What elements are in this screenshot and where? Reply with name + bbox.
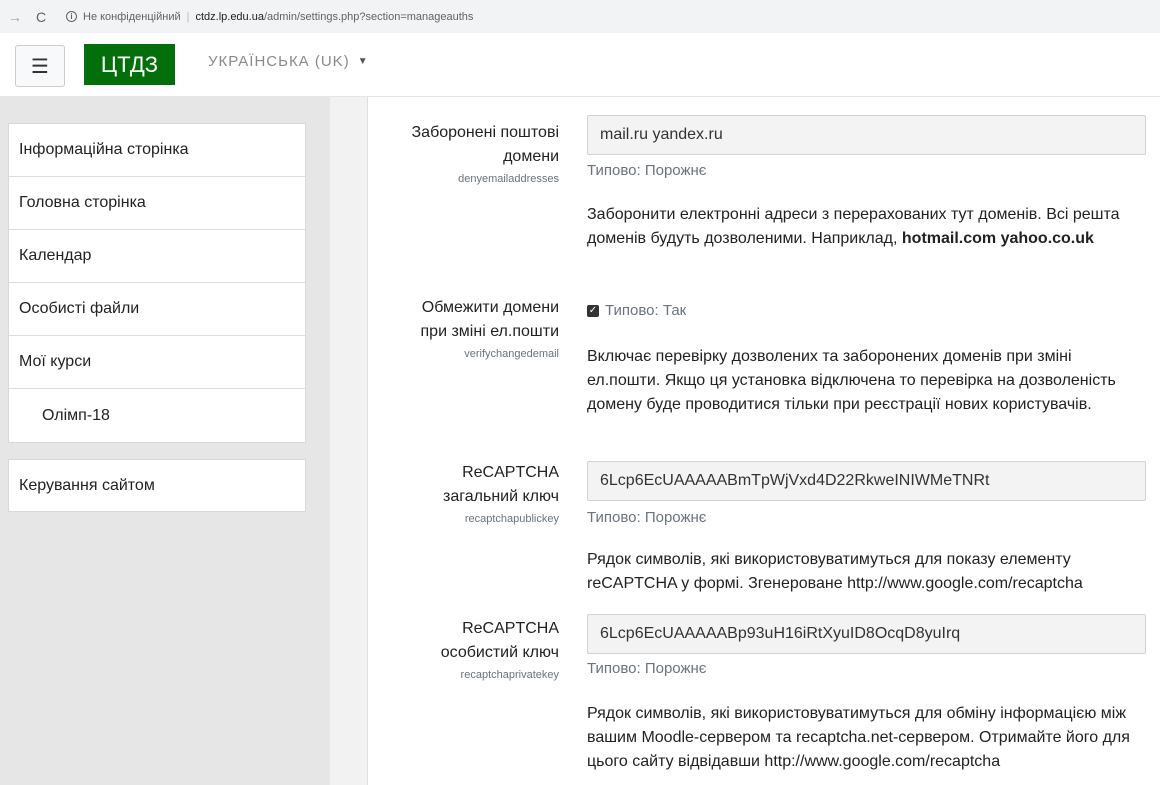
setting-key: denyemailaddresses bbox=[458, 173, 559, 185]
caret-down-icon: ▼ bbox=[357, 56, 369, 67]
settings-content: Заборонені поштові домени denyemailaddre… bbox=[369, 97, 1160, 785]
nav-item-home[interactable]: Головна сторінка bbox=[9, 177, 305, 230]
setting-key: recaptchaprivatekey bbox=[460, 669, 559, 681]
nav-item-private-files[interactable]: Особисті файли bbox=[9, 283, 305, 336]
drawer-toggle-button[interactable]: ☰ bbox=[15, 45, 65, 87]
setting-title-line: особистий ключ bbox=[440, 644, 559, 661]
security-status[interactable]: Не конфіденційний bbox=[83, 11, 181, 23]
language-menu[interactable]: УКРАЇНСЬКА (UK) ▼ bbox=[208, 53, 369, 70]
nav-drawer: Інформаційна сторінка Головна сторінка К… bbox=[0, 97, 330, 785]
url-host[interactable]: ctdz.lp.edu.ua bbox=[195, 11, 264, 23]
reload-icon[interactable]: C bbox=[34, 9, 48, 25]
info-icon[interactable]: i bbox=[66, 11, 77, 22]
nav-block-admin: Керування сайтом bbox=[8, 459, 306, 512]
setting-description: Заборонити електронні адреси з перерахов… bbox=[587, 203, 1147, 251]
setting-description: Рядок символів, які використовуватимутьс… bbox=[587, 551, 1083, 592]
setting-title-line: ReCAPTCHA bbox=[462, 620, 559, 637]
description-example: hotmail.com yahoo.co.uk bbox=[901, 230, 1094, 247]
setting-label-verify: Обмежити домени при зміні ел.пошти verif… bbox=[369, 296, 559, 362]
setting-title-line: при зміні ел.пошти bbox=[420, 323, 559, 340]
url-path[interactable]: /admin/settings.php?section=manageauths bbox=[264, 11, 473, 23]
setting-label-public: ReCAPTCHA загальний ключ recaptchapublic… bbox=[369, 461, 559, 527]
verify-change-email-checkbox[interactable]: ✓ bbox=[587, 304, 599, 317]
verify-checkbox-row: ✓ Типово: Так bbox=[587, 302, 686, 319]
nav-item-label: Керування сайтом bbox=[19, 476, 155, 494]
site-brand[interactable]: ЦТДЗ bbox=[84, 44, 175, 85]
setting-title-line: Заборонені поштові bbox=[411, 124, 560, 141]
address-separator: | bbox=[186, 10, 190, 23]
nav-item-course-olimp[interactable]: Олімп-18 bbox=[9, 389, 305, 442]
setting-key: recaptchapublickey bbox=[464, 513, 559, 525]
setting-key: verifychangedemail bbox=[464, 348, 559, 360]
nav-block-main: Інформаційна сторінка Головна сторінка К… bbox=[8, 123, 306, 443]
input-value: mail.ru yandex.ru bbox=[600, 126, 723, 143]
setting-label-private: ReCAPTCHA особистий ключ recaptchaprivat… bbox=[369, 617, 559, 683]
nav-item-label: Особисті файли bbox=[19, 300, 140, 317]
browser-address-bar: → C i Не конфіденційний | ctdz.lp.edu.ua… bbox=[0, 0, 1160, 33]
nav-item-calendar[interactable]: Календар bbox=[9, 230, 305, 283]
setting-description: Включає перевірку дозволених та забороне… bbox=[587, 348, 1116, 413]
setting-title-line: домени bbox=[503, 148, 559, 165]
default-value: Типово: Порожнє bbox=[587, 509, 707, 526]
nav-item-label: Олімп-18 bbox=[42, 406, 110, 424]
recaptcha-private-key-input[interactable]: 6Lcp6EcUAAAAABp93uH16iRtXyuID8OcqD8yuIrq bbox=[587, 614, 1146, 654]
hamburger-icon: ☰ bbox=[31, 55, 49, 78]
nav-item-label: Календар bbox=[19, 247, 92, 264]
nav-item-label: Головна сторінка bbox=[19, 194, 146, 211]
recaptcha-public-key-input[interactable]: 6Lcp6EcUAAAAABmTpWjVxd4D22RkweINIWMeTNRt bbox=[587, 461, 1146, 501]
content-gutter bbox=[330, 97, 368, 785]
forward-arrow-icon[interactable]: → bbox=[8, 9, 22, 25]
setting-description: Рядок символів, які використовуватимутьс… bbox=[587, 705, 1130, 770]
setting-title-line: ReCAPTCHA bbox=[462, 464, 559, 481]
default-value: Типово: Так bbox=[605, 302, 687, 319]
setting-label-deny: Заборонені поштові домени denyemailaddre… bbox=[369, 121, 560, 187]
default-value: Типово: Порожнє bbox=[587, 660, 707, 677]
setting-title-line: загальний ключ bbox=[443, 488, 559, 505]
nav-item-label: Інформаційна сторінка bbox=[19, 141, 189, 158]
nav-item-site-admin[interactable]: Керування сайтом bbox=[9, 460, 305, 511]
nav-item-site-info[interactable]: Інформаційна сторінка bbox=[9, 124, 305, 177]
setting-title-line: Обмежити домени bbox=[421, 299, 559, 316]
nav-item-my-courses[interactable]: Мої курси bbox=[9, 336, 305, 389]
deny-email-input[interactable]: mail.ru yandex.ru bbox=[587, 115, 1146, 155]
top-navbar: ☰ ЦТДЗ УКРАЇНСЬКА (UK) ▼ bbox=[0, 33, 1160, 97]
language-label: УКРАЇНСЬКА (UK) bbox=[208, 53, 350, 70]
default-value: Типово: Порожнє bbox=[587, 162, 707, 179]
nav-item-label: Мої курси bbox=[19, 353, 92, 370]
input-value: 6Lcp6EcUAAAAABmTpWjVxd4D22RkweINIWMeTNRt bbox=[600, 472, 990, 489]
input-value: 6Lcp6EcUAAAAABp93uH16iRtXyuID8OcqD8yuIrq bbox=[600, 625, 961, 642]
